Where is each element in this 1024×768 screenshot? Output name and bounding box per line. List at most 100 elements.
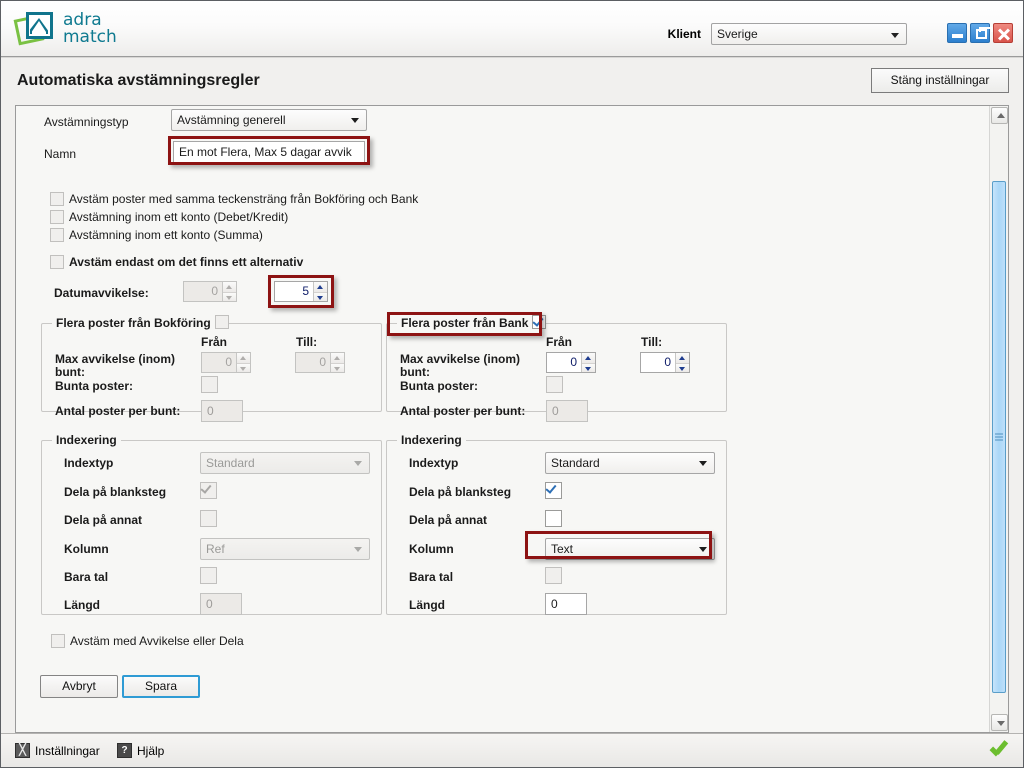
settings-panel-content: Avstämningstyp Avstämning generell Namn … — [16, 106, 989, 732]
index-right-dela-annat-checkbox[interactable] — [545, 510, 562, 527]
group-indexering-right: Indexering Indextyp Standard Dela på bla… — [386, 433, 727, 615]
bank-max-avvikelse-label: Max avvikelse (inom) bunt: — [400, 352, 521, 379]
spinner-down-icon[interactable] — [237, 362, 250, 372]
status-help-link[interactable]: ? Hjälp — [117, 743, 164, 758]
question-icon: ? — [117, 743, 132, 758]
avstamningstyp-select[interactable]: Avstämning generell — [171, 109, 367, 131]
index-left-indextyp-value: Standard — [206, 456, 255, 470]
index-right-indextyp-value: Standard — [551, 456, 600, 470]
chevron-down-icon — [699, 547, 707, 552]
index-right-bara-tal-checkbox[interactable] — [545, 567, 562, 584]
checkbox-endast-ett-alternativ[interactable] — [50, 255, 64, 269]
checkbox-endast-ett-alternativ-label: Avstäm endast om det finns ett alternati… — [69, 255, 304, 269]
index-right-indextyp-label: Indextyp — [409, 456, 459, 470]
index-right-kolumn-select[interactable]: Text — [545, 538, 715, 560]
chevron-down-icon — [354, 547, 362, 552]
checkbox-avstam-avvikelse-dela[interactable] — [51, 634, 65, 648]
namn-label: Namn — [44, 147, 77, 161]
index-right-indextyp-select[interactable]: Standard — [545, 452, 715, 474]
checkbox-inom-konto-debet-kredit-label: Avstämning inom ett konto (Debet/Kredit) — [69, 210, 289, 224]
spinner-down-icon[interactable] — [676, 362, 689, 372]
group-indexering-left-title: Indexering — [52, 433, 121, 447]
flera-bank-enable-checkbox[interactable] — [532, 315, 546, 329]
index-left-dela-blanksteg-checkbox[interactable] — [200, 482, 217, 499]
spinner-down-icon[interactable] — [582, 362, 595, 372]
scroll-down-button[interactable] — [991, 714, 1008, 731]
status-settings-link[interactable]: ╳ Inställningar — [15, 743, 100, 758]
chevron-down-icon — [891, 33, 899, 38]
index-right-langd-label: Längd — [409, 598, 445, 612]
chevron-down-icon — [354, 461, 362, 466]
bokforing-bunta-poster-checkbox[interactable] — [201, 376, 218, 393]
scrollbar-grip-icon — [995, 433, 1003, 441]
flera-bokforing-enable-checkbox[interactable] — [215, 315, 229, 329]
brand-logo: adra match — [13, 8, 117, 50]
index-right-langd-input[interactable]: 0 — [545, 593, 587, 615]
index-left-indextyp-select[interactable]: Standard — [200, 452, 370, 474]
restore-button[interactable] — [970, 23, 993, 43]
index-left-bara-tal-checkbox[interactable] — [200, 567, 217, 584]
datumavvikelse-to-value: 5 — [302, 284, 309, 298]
spinner-down-icon[interactable] — [331, 362, 344, 372]
datumavvikelse-label: Datumavvikelse: — [54, 286, 149, 300]
bokforing-antal-poster-input[interactable]: 0 — [201, 400, 243, 422]
spinner-up-icon[interactable] — [223, 282, 236, 292]
index-left-dela-annat-checkbox[interactable] — [200, 510, 217, 527]
group-indexering-left: Indexering Indextyp Standard Dela på bla… — [41, 433, 382, 615]
datumavvikelse-to-spinner[interactable]: 5 — [274, 281, 328, 302]
avstamningstyp-label: Avstämningstyp — [44, 115, 129, 129]
spinner-up-icon[interactable] — [582, 353, 595, 363]
status-bar: ╳ Inställningar ? Hjälp — [1, 733, 1023, 767]
scrollbar-thumb[interactable] — [992, 181, 1006, 693]
spinner-up-icon[interactable] — [314, 282, 327, 292]
klient-select-value: Sverige — [717, 27, 758, 41]
scroll-up-button[interactable] — [991, 107, 1008, 124]
bank-max-avvikelse-to-spinner[interactable]: 0 — [640, 352, 690, 373]
minimize-button[interactable] — [947, 23, 967, 43]
index-left-langd-input[interactable]: 0 — [200, 593, 242, 615]
save-button[interactable]: Spara — [122, 675, 200, 698]
datumavvikelse-from-spinner[interactable]: 0 — [183, 281, 237, 302]
bokforing-col-to-header: Till: — [296, 335, 318, 349]
close-settings-button[interactable]: Stäng inställningar — [871, 68, 1009, 93]
checkbox-inom-konto-debet-kredit[interactable] — [50, 210, 64, 224]
chevron-down-icon — [699, 461, 707, 466]
index-right-dela-blanksteg-label: Dela på blanksteg — [409, 485, 512, 499]
bokforing-max-avvikelse-label: Max avvikelse (inom) bunt: — [55, 352, 176, 379]
namn-value: En mot Flera, Max 5 dagar avvik — [179, 145, 352, 159]
close-button[interactable] — [993, 23, 1013, 43]
index-left-langd-value: 0 — [206, 597, 213, 611]
spinner-up-icon[interactable] — [237, 353, 250, 363]
checkbox-avstam-avvikelse-dela-label: Avstäm med Avvikelse eller Dela — [70, 634, 244, 648]
klient-select[interactable]: Sverige — [711, 23, 907, 45]
bank-antal-poster-value: 0 — [552, 404, 559, 418]
bokforing-max-avvikelse-from-spinner[interactable]: 0 — [201, 352, 251, 373]
spinner-down-icon[interactable] — [314, 291, 327, 301]
bank-bunta-poster-checkbox[interactable] — [546, 376, 563, 393]
bokforing-antal-poster-label: Antal poster per bunt: — [55, 404, 181, 418]
bank-max-avvikelse-from-spinner[interactable]: 0 — [546, 352, 596, 373]
spinner-up-icon[interactable] — [331, 353, 344, 363]
spinner-up-icon[interactable] — [676, 353, 689, 363]
bank-antal-poster-input[interactable]: 0 — [546, 400, 588, 422]
index-right-kolumn-value: Text — [551, 542, 574, 556]
checkbox-inom-konto-summa[interactable] — [50, 228, 64, 242]
bokforing-max-avvikelse-to-spinner[interactable]: 0 — [295, 352, 345, 373]
settings-panel: Avstämningstyp Avstämning generell Namn … — [15, 105, 1009, 733]
bokforing-max-avvikelse-to-value: 0 — [319, 355, 326, 369]
checkbox-inom-konto-summa-label: Avstämning inom ett konto (Summa) — [69, 228, 263, 242]
vertical-scrollbar[interactable] — [989, 106, 1008, 732]
index-right-dela-blanksteg-checkbox[interactable] — [545, 482, 562, 499]
bokforing-bunta-poster-label: Bunta poster: — [55, 379, 133, 393]
index-right-kolumn-label: Kolumn — [409, 542, 454, 556]
index-right-langd-value: 0 — [551, 597, 558, 611]
index-left-kolumn-label: Kolumn — [64, 542, 109, 556]
index-left-kolumn-select[interactable]: Ref — [200, 538, 370, 560]
checkbox-samma-teckenstrang[interactable] — [50, 192, 64, 206]
cancel-button[interactable]: Avbryt — [40, 675, 118, 698]
group-flera-poster-bank: Flera poster från Bank Från Till: Max av… — [386, 315, 727, 422]
namn-input[interactable]: En mot Flera, Max 5 dagar avvik — [173, 141, 365, 163]
spinner-down-icon[interactable] — [223, 291, 236, 301]
bank-max-avvikelse-to-value: 0 — [664, 355, 671, 369]
bokforing-col-from-header: Från — [201, 335, 228, 349]
